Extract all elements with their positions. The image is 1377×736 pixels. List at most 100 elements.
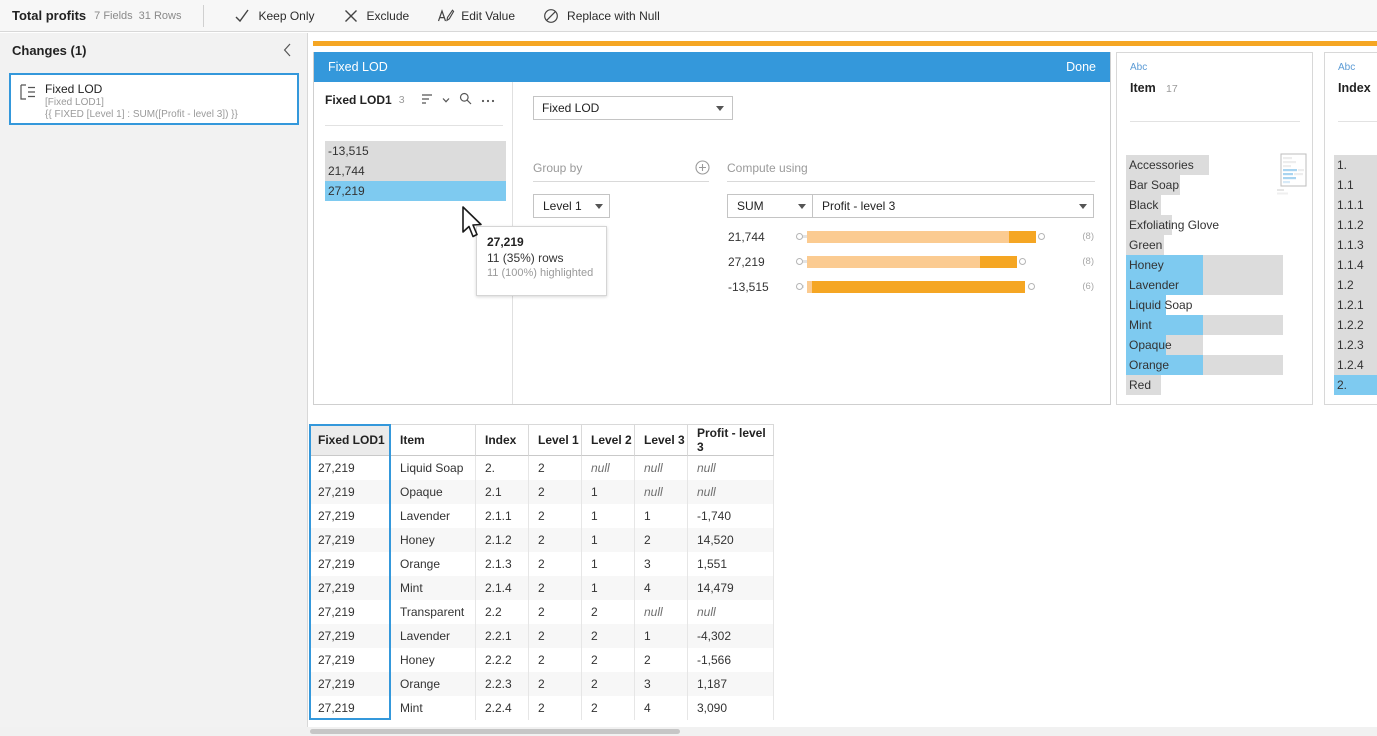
table-cell: 1 [635,624,688,648]
compute-bar-dark-fill [979,255,1018,268]
compute-bar-right-handle[interactable] [1038,233,1046,240]
compute-bar-light-fill [806,230,1037,243]
field-value-row[interactable]: 1.1.2 [1334,215,1377,235]
field-value-row[interactable]: Honey [1126,255,1286,275]
change-card-fixed-lod[interactable]: Fixed LOD [Fixed LOD1] {{ FIXED [Level 1… [9,73,299,125]
data-grid-column-header[interactable]: Level 3 [635,424,688,456]
table-row[interactable]: 27,219 Mint 2.1.4 2 1 4 14,479 [309,576,774,600]
field-value-row[interactable]: 1.2.1 [1334,295,1377,315]
table-cell: 1,187 [688,672,774,696]
data-grid-column-header[interactable]: Level 2 [582,424,635,456]
field-value-row[interactable]: 1.2.3 [1334,335,1377,355]
table-row[interactable]: 27,219 Opaque 2.1 2 1 null null [309,480,774,504]
field-value-row[interactable]: 1.2.2 [1334,315,1377,335]
data-grid-column-header[interactable]: Item [391,424,476,456]
chevron-down-icon [595,203,603,209]
lod-value-row[interactable]: -13,515 [325,141,506,161]
edit-value-label: Edit Value [461,8,516,23]
field-value-label: Lavender [1129,278,1180,292]
field-value-row[interactable]: Liquid Soap [1126,295,1286,315]
field-value-row[interactable]: Black [1126,195,1286,215]
compute-row-value: -13,515 [728,279,769,294]
field-value-row[interactable]: Lavender [1126,275,1286,295]
table-cell: 2.1.4 [476,576,529,600]
table-row[interactable]: 27,219 Orange 2.2.3 2 2 3 1,187 [309,672,774,696]
table-cell: Lavender [391,504,476,528]
table-row[interactable]: 27,219 Honey 2.2.2 2 2 2 -1,566 [309,648,774,672]
field-value-row[interactable]: Bar Soap [1126,175,1286,195]
group-by-field-pill[interactable]: Level 1 [533,194,610,218]
table-cell: 3,090 [688,696,774,720]
lod-value-label: 27,219 [328,184,365,198]
field-type-label: Abc [1338,62,1356,73]
lod-value-row[interactable]: 27,219 [325,181,506,201]
more-options-icon[interactable] [481,93,495,107]
table-cell: null [688,600,774,624]
compute-bar-dark-fill [1009,230,1037,243]
chevron-left-icon[interactable] [283,43,295,57]
horizontal-scrollbar-track[interactable] [0,727,1377,736]
edit-value-button[interactable]: Edit Value [423,0,529,32]
table-cell: 27,219 [309,528,391,552]
table-cell: 3 [635,552,688,576]
compute-field-select[interactable]: Profit - level 3 [812,194,1094,218]
field-value-row[interactable]: 1.1.3 [1334,235,1377,255]
field-value-row[interactable]: 1.1.1 [1334,195,1377,215]
data-grid: Fixed LOD1 Item Index Level 1 Level 2 Level 3… [309,424,774,720]
table-cell: 4 [635,696,688,720]
search-icon[interactable] [459,92,472,108]
horizontal-scrollbar-thumb[interactable] [310,729,680,734]
table-row[interactable]: 27,219 Mint 2.2.4 2 2 4 3,090 [309,696,774,720]
table-row[interactable]: 27,219 Orange 2.1.3 2 1 3 1,551 [309,552,774,576]
compute-bar-right-handle[interactable] [1019,258,1027,265]
compute-bar-left-handle[interactable] [796,258,803,265]
field-value-row[interactable]: Opaque [1126,335,1286,355]
aggregation-select[interactable]: SUM [727,194,813,218]
field-value-row[interactable]: Exfoliating Glove [1126,215,1286,235]
table-cell: 27,219 [309,456,391,480]
field-name: Item [1130,81,1156,95]
exclude-button[interactable]: Exclude [329,0,424,32]
table-row[interactable]: 27,219 Lavender 2.2.1 2 2 1 -4,302 [309,624,774,648]
field-value-row[interactable]: Red [1126,375,1286,395]
done-button[interactable]: Done [1066,60,1096,74]
table-cell: 27,219 [309,672,391,696]
compute-bar-dark-fill [812,280,1026,293]
chevron-down-icon[interactable] [442,93,450,107]
field-value-row[interactable]: Orange [1126,355,1286,375]
field-value-row[interactable]: 1.1.4 [1334,255,1377,275]
change-card-field: [Fixed LOD1] [45,97,104,108]
table-row[interactable]: 27,219 Liquid Soap 2. 2 null null null [309,456,774,480]
table-cell: 4 [635,576,688,600]
data-grid-column-header[interactable]: Level 1 [529,424,582,456]
lod-values-divider [325,125,503,126]
field-value-row[interactable]: 1. [1334,155,1377,175]
lod-value-row[interactable]: 21,744 [325,161,506,181]
field-value-row[interactable]: Accessories [1126,155,1286,175]
data-grid-column-header[interactable]: Profit - level 3 [688,424,774,456]
page-title: Total profits [12,8,87,23]
compute-bar-left-handle[interactable] [796,233,803,240]
field-value-row[interactable]: 1.1 [1334,175,1377,195]
field-value-row[interactable]: Green [1126,235,1286,255]
plus-circle-icon[interactable] [695,160,710,175]
field-value-row[interactable]: 1.2 [1334,275,1377,295]
calc-type-select[interactable]: Fixed LOD [533,96,733,120]
table-row[interactable]: 27,219 Lavender 2.1.1 2 1 1 -1,740 [309,504,774,528]
data-grid-column-header[interactable]: Fixed LOD1 [309,424,391,456]
keep-only-button[interactable]: Keep Only [220,0,328,32]
compute-bar-left-handle[interactable] [796,283,803,290]
field-value-row[interactable]: Mint [1126,315,1286,335]
table-row[interactable]: 27,219 Honey 2.1.2 2 1 2 14,520 [309,528,774,552]
compute-row-bar [796,230,1066,243]
field-value-row[interactable]: 1.2.4 [1334,355,1377,375]
compute-bar-right-handle[interactable] [1027,283,1035,290]
replace-with-null-button[interactable]: Replace with Null [529,0,674,32]
field-value-label: 1.2.4 [1337,358,1364,372]
table-cell: Orange [391,672,476,696]
sort-icon[interactable] [421,93,433,108]
table-row[interactable]: 27,219 Transparent 2.2 2 2 null null [309,600,774,624]
data-grid-column-header[interactable]: Index [476,424,529,456]
field-value-row[interactable]: 2. [1334,375,1377,395]
compute-row-count: (8) [1082,231,1094,242]
